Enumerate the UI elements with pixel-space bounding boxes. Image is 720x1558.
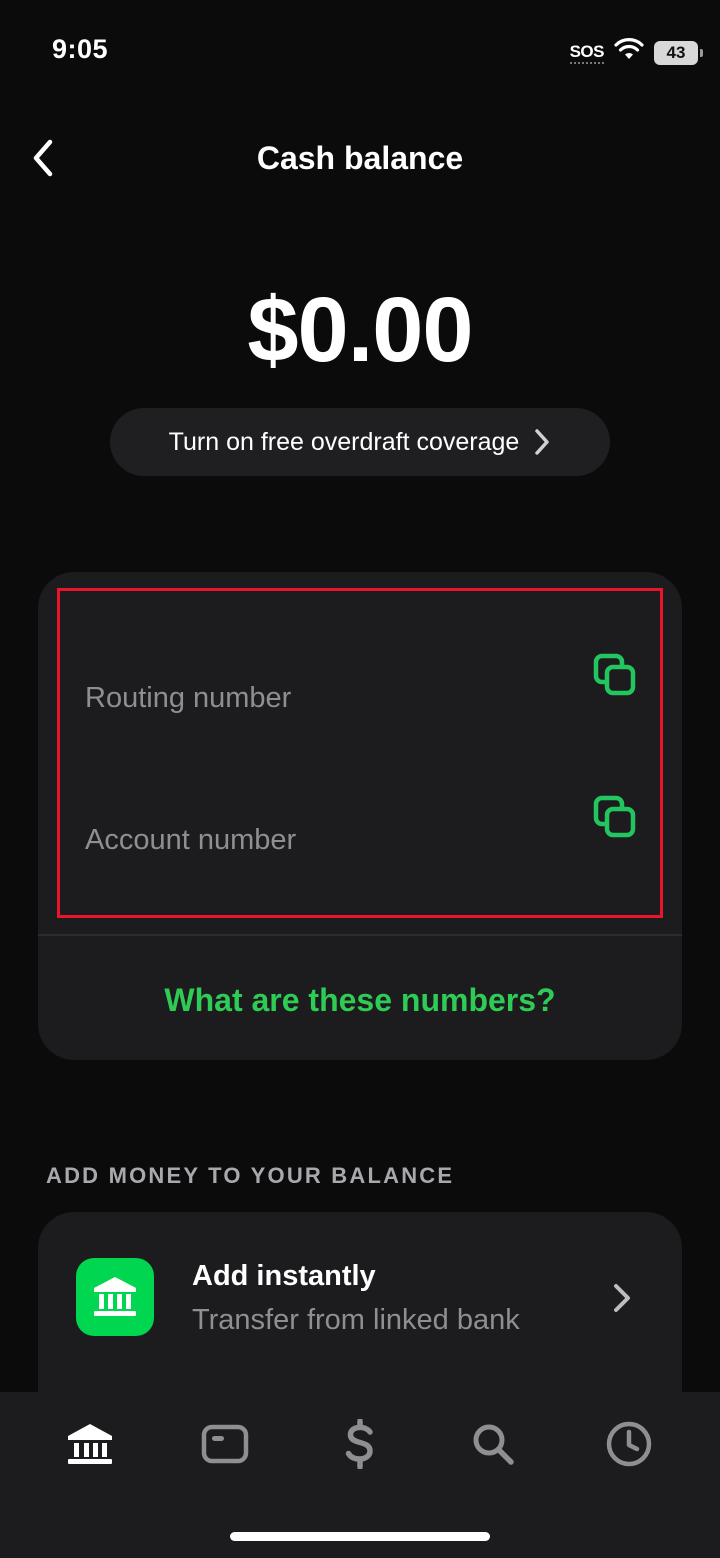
tab-cash[interactable] bbox=[330, 1416, 390, 1472]
add-instantly-title: Add instantly bbox=[192, 1260, 376, 1292]
balance-amount: $0.00 bbox=[247, 279, 473, 381]
wifi-icon bbox=[614, 38, 644, 67]
tab-activity[interactable] bbox=[599, 1416, 659, 1472]
status-time: 9:05 bbox=[52, 34, 109, 64]
account-numbers-card: Routing number Account number What are t… bbox=[38, 572, 682, 1060]
battery-icon: 43 bbox=[654, 40, 703, 65]
add-instantly-subtitle: Transfer from linked bank bbox=[192, 1304, 520, 1336]
home-icon bbox=[68, 1424, 112, 1464]
page-title: Cash balance bbox=[256, 140, 464, 176]
copy-icon bbox=[593, 795, 636, 838]
card-icon bbox=[201, 1424, 249, 1464]
home-indicator bbox=[230, 1532, 490, 1541]
chevron-right-icon bbox=[535, 429, 550, 455]
clock-icon bbox=[606, 1421, 652, 1467]
card-divider bbox=[38, 934, 682, 936]
nav-header: Cash balance bbox=[0, 120, 720, 200]
tab-home[interactable] bbox=[60, 1416, 120, 1472]
highlight-box bbox=[57, 588, 663, 918]
bank-icon bbox=[76, 1258, 154, 1336]
status-indicators: SOS 43 bbox=[569, 38, 703, 67]
status-bar: 9:05 SOS 43 bbox=[0, 0, 720, 100]
chevron-right-icon bbox=[614, 1284, 630, 1312]
sos-indicator: SOS bbox=[569, 42, 605, 64]
dollar-icon bbox=[345, 1419, 373, 1469]
copy-routing-button[interactable] bbox=[592, 652, 638, 698]
what-are-these-numbers-link[interactable]: What are these numbers? bbox=[38, 982, 682, 1019]
account-number-label: Account number bbox=[85, 824, 297, 856]
section-heading: ADD MONEY TO YOUR BALANCE bbox=[46, 1163, 455, 1188]
copy-account-button[interactable] bbox=[592, 794, 638, 840]
tab-search[interactable] bbox=[463, 1416, 523, 1472]
search-icon bbox=[473, 1424, 514, 1465]
tab-bar bbox=[0, 1392, 720, 1558]
routing-number-label: Routing number bbox=[85, 682, 292, 714]
overdraft-label: Turn on free overdraft coverage bbox=[168, 427, 520, 456]
copy-icon bbox=[593, 653, 636, 696]
overdraft-coverage-button[interactable]: Turn on free overdraft coverage bbox=[110, 408, 610, 476]
tab-card[interactable] bbox=[195, 1416, 255, 1472]
